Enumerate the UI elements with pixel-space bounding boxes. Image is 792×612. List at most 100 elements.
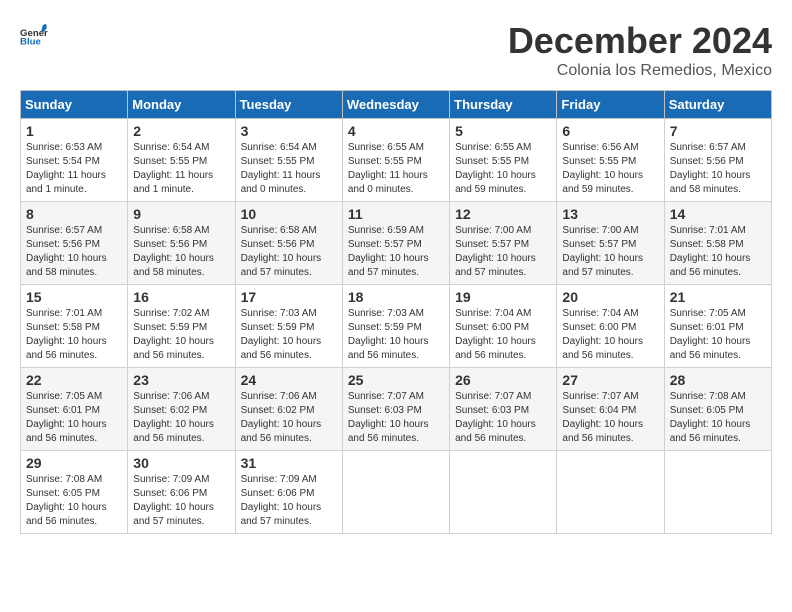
table-row: 31 Sunrise: 7:09 AM Sunset: 6:06 PM Dayl… <box>235 451 342 534</box>
table-row: 13 Sunrise: 7:00 AM Sunset: 5:57 PM Dayl… <box>557 202 664 285</box>
col-wednesday: Wednesday <box>342 91 449 119</box>
table-row: 3 Sunrise: 6:54 AM Sunset: 5:55 PM Dayli… <box>235 119 342 202</box>
day-info: Sunrise: 7:05 AM Sunset: 6:01 PM Dayligh… <box>670 307 766 363</box>
table-row: 1 Sunrise: 6:53 AM Sunset: 5:54 PM Dayli… <box>21 119 128 202</box>
table-row: 21 Sunrise: 7:05 AM Sunset: 6:01 PM Dayl… <box>664 285 771 368</box>
col-sunday: Sunday <box>21 91 128 119</box>
table-row: 12 Sunrise: 7:00 AM Sunset: 5:57 PM Dayl… <box>450 202 557 285</box>
day-info: Sunrise: 7:05 AM Sunset: 6:01 PM Dayligh… <box>26 390 122 446</box>
day-number: 7 <box>670 123 766 139</box>
day-number: 28 <box>670 372 766 388</box>
day-number: 31 <box>241 455 337 471</box>
day-number: 21 <box>670 289 766 305</box>
table-row: 25 Sunrise: 7:07 AM Sunset: 6:03 PM Dayl… <box>342 368 449 451</box>
day-info: Sunrise: 7:00 AM Sunset: 5:57 PM Dayligh… <box>562 224 658 280</box>
table-row: 24 Sunrise: 7:06 AM Sunset: 6:02 PM Dayl… <box>235 368 342 451</box>
day-number: 6 <box>562 123 658 139</box>
table-row: 16 Sunrise: 7:02 AM Sunset: 5:59 PM Dayl… <box>128 285 235 368</box>
day-info: Sunrise: 7:02 AM Sunset: 5:59 PM Dayligh… <box>133 307 229 363</box>
calendar-week-row: 29 Sunrise: 7:08 AM Sunset: 6:05 PM Dayl… <box>21 451 772 534</box>
day-info: Sunrise: 6:53 AM Sunset: 5:54 PM Dayligh… <box>26 141 122 197</box>
day-info: Sunrise: 7:06 AM Sunset: 6:02 PM Dayligh… <box>133 390 229 446</box>
day-number: 22 <box>26 372 122 388</box>
location-subtitle: Colonia los Remedios, Mexico <box>508 62 772 80</box>
day-info: Sunrise: 6:55 AM Sunset: 5:55 PM Dayligh… <box>348 141 444 197</box>
day-number: 4 <box>348 123 444 139</box>
day-info: Sunrise: 7:09 AM Sunset: 6:06 PM Dayligh… <box>241 473 337 529</box>
table-row: 7 Sunrise: 6:57 AM Sunset: 5:56 PM Dayli… <box>664 119 771 202</box>
table-row <box>664 451 771 534</box>
calendar-week-row: 15 Sunrise: 7:01 AM Sunset: 5:58 PM Dayl… <box>21 285 772 368</box>
day-number: 26 <box>455 372 551 388</box>
logo-icon: General Blue <box>20 20 48 48</box>
day-info: Sunrise: 7:01 AM Sunset: 5:58 PM Dayligh… <box>26 307 122 363</box>
day-number: 27 <box>562 372 658 388</box>
table-row: 27 Sunrise: 7:07 AM Sunset: 6:04 PM Dayl… <box>557 368 664 451</box>
table-row: 19 Sunrise: 7:04 AM Sunset: 6:00 PM Dayl… <box>450 285 557 368</box>
day-info: Sunrise: 7:01 AM Sunset: 5:58 PM Dayligh… <box>670 224 766 280</box>
table-row: 22 Sunrise: 7:05 AM Sunset: 6:01 PM Dayl… <box>21 368 128 451</box>
table-row: 23 Sunrise: 7:06 AM Sunset: 6:02 PM Dayl… <box>128 368 235 451</box>
calendar-table: Sunday Monday Tuesday Wednesday Thursday… <box>20 90 772 534</box>
day-info: Sunrise: 7:03 AM Sunset: 5:59 PM Dayligh… <box>348 307 444 363</box>
table-row <box>557 451 664 534</box>
table-row: 29 Sunrise: 7:08 AM Sunset: 6:05 PM Dayl… <box>21 451 128 534</box>
day-info: Sunrise: 6:58 AM Sunset: 5:56 PM Dayligh… <box>133 224 229 280</box>
day-number: 29 <box>26 455 122 471</box>
table-row: 4 Sunrise: 6:55 AM Sunset: 5:55 PM Dayli… <box>342 119 449 202</box>
table-row: 2 Sunrise: 6:54 AM Sunset: 5:55 PM Dayli… <box>128 119 235 202</box>
table-row: 20 Sunrise: 7:04 AM Sunset: 6:00 PM Dayl… <box>557 285 664 368</box>
col-monday: Monday <box>128 91 235 119</box>
table-row: 6 Sunrise: 6:56 AM Sunset: 5:55 PM Dayli… <box>557 119 664 202</box>
calendar-header-row: Sunday Monday Tuesday Wednesday Thursday… <box>21 91 772 119</box>
svg-text:Blue: Blue <box>20 37 41 48</box>
day-number: 17 <box>241 289 337 305</box>
table-row <box>342 451 449 534</box>
day-number: 11 <box>348 206 444 222</box>
day-number: 3 <box>241 123 337 139</box>
day-number: 8 <box>26 206 122 222</box>
month-title: December 2024 <box>508 20 772 62</box>
table-row: 30 Sunrise: 7:09 AM Sunset: 6:06 PM Dayl… <box>128 451 235 534</box>
day-number: 30 <box>133 455 229 471</box>
calendar-week-row: 22 Sunrise: 7:05 AM Sunset: 6:01 PM Dayl… <box>21 368 772 451</box>
col-saturday: Saturday <box>664 91 771 119</box>
col-friday: Friday <box>557 91 664 119</box>
day-info: Sunrise: 6:54 AM Sunset: 5:55 PM Dayligh… <box>241 141 337 197</box>
table-row: 5 Sunrise: 6:55 AM Sunset: 5:55 PM Dayli… <box>450 119 557 202</box>
day-info: Sunrise: 7:09 AM Sunset: 6:06 PM Dayligh… <box>133 473 229 529</box>
table-row: 17 Sunrise: 7:03 AM Sunset: 5:59 PM Dayl… <box>235 285 342 368</box>
table-row: 11 Sunrise: 6:59 AM Sunset: 5:57 PM Dayl… <box>342 202 449 285</box>
day-number: 16 <box>133 289 229 305</box>
logo: General Blue <box>20 20 48 48</box>
day-info: Sunrise: 7:04 AM Sunset: 6:00 PM Dayligh… <box>562 307 658 363</box>
day-info: Sunrise: 7:07 AM Sunset: 6:03 PM Dayligh… <box>348 390 444 446</box>
calendar-week-row: 1 Sunrise: 6:53 AM Sunset: 5:54 PM Dayli… <box>21 119 772 202</box>
day-info: Sunrise: 6:56 AM Sunset: 5:55 PM Dayligh… <box>562 141 658 197</box>
table-row: 28 Sunrise: 7:08 AM Sunset: 6:05 PM Dayl… <box>664 368 771 451</box>
day-number: 12 <box>455 206 551 222</box>
day-info: Sunrise: 7:07 AM Sunset: 6:04 PM Dayligh… <box>562 390 658 446</box>
day-info: Sunrise: 7:06 AM Sunset: 6:02 PM Dayligh… <box>241 390 337 446</box>
day-info: Sunrise: 6:57 AM Sunset: 5:56 PM Dayligh… <box>26 224 122 280</box>
day-number: 1 <box>26 123 122 139</box>
title-area: December 2024 Colonia los Remedios, Mexi… <box>508 20 772 80</box>
day-number: 24 <box>241 372 337 388</box>
header: General Blue December 2024 Colonia los R… <box>20 20 772 80</box>
day-info: Sunrise: 6:58 AM Sunset: 5:56 PM Dayligh… <box>241 224 337 280</box>
day-number: 15 <box>26 289 122 305</box>
day-info: Sunrise: 7:08 AM Sunset: 6:05 PM Dayligh… <box>670 390 766 446</box>
table-row: 18 Sunrise: 7:03 AM Sunset: 5:59 PM Dayl… <box>342 285 449 368</box>
table-row: 9 Sunrise: 6:58 AM Sunset: 5:56 PM Dayli… <box>128 202 235 285</box>
table-row: 14 Sunrise: 7:01 AM Sunset: 5:58 PM Dayl… <box>664 202 771 285</box>
table-row <box>450 451 557 534</box>
day-info: Sunrise: 6:54 AM Sunset: 5:55 PM Dayligh… <box>133 141 229 197</box>
day-number: 25 <box>348 372 444 388</box>
table-row: 10 Sunrise: 6:58 AM Sunset: 5:56 PM Dayl… <box>235 202 342 285</box>
day-info: Sunrise: 6:55 AM Sunset: 5:55 PM Dayligh… <box>455 141 551 197</box>
day-number: 13 <box>562 206 658 222</box>
day-number: 9 <box>133 206 229 222</box>
day-info: Sunrise: 7:00 AM Sunset: 5:57 PM Dayligh… <box>455 224 551 280</box>
day-info: Sunrise: 7:04 AM Sunset: 6:00 PM Dayligh… <box>455 307 551 363</box>
day-info: Sunrise: 7:08 AM Sunset: 6:05 PM Dayligh… <box>26 473 122 529</box>
